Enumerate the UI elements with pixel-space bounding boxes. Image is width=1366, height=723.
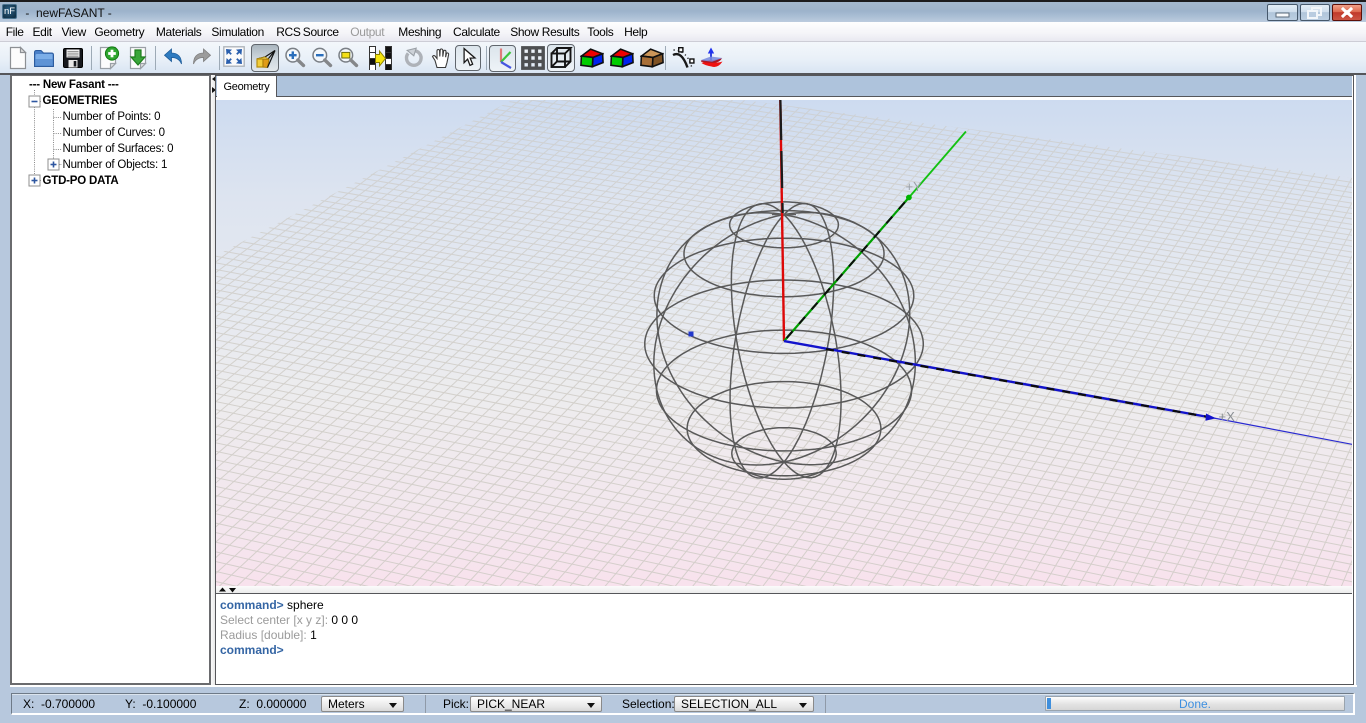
svg-text:+Y: +Y [906, 179, 923, 194]
svg-text:+X: +X [1219, 409, 1236, 424]
